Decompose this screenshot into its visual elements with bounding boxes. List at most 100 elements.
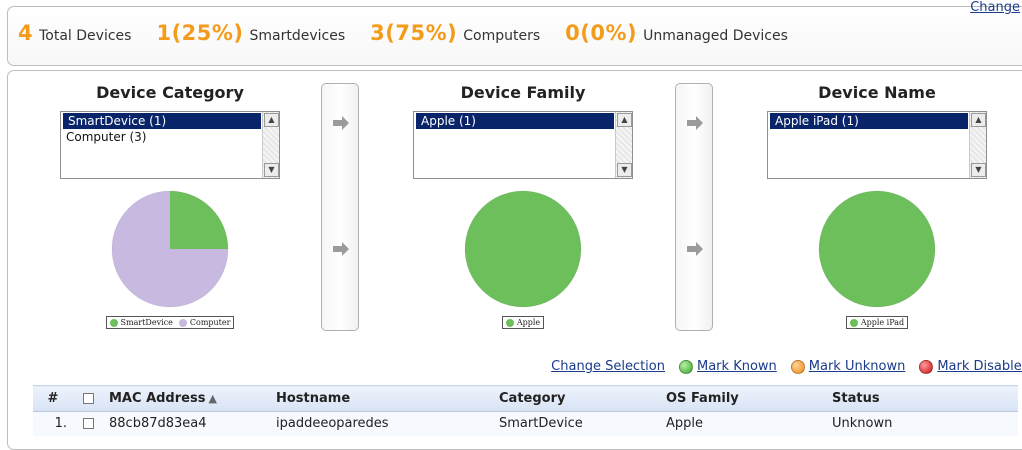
stat-unmanaged-label: Unmanaged Devices bbox=[643, 28, 788, 44]
mark-unknown-action[interactable]: Mark Unknown bbox=[790, 359, 906, 374]
stat-total-label: Total Devices bbox=[39, 28, 132, 44]
mark-known-link[interactable]: Mark Known bbox=[697, 359, 777, 374]
header-os-family[interactable]: OS Family bbox=[660, 385, 826, 412]
stat-total-number: 4 bbox=[18, 21, 34, 45]
mark-disabled-link[interactable]: Mark Disabled bbox=[937, 359, 1022, 374]
legend-swatch-green bbox=[849, 318, 858, 327]
device-family-title: Device Family bbox=[460, 83, 586, 102]
header-status[interactable]: Status bbox=[826, 385, 1018, 412]
device-category-title: Device Category bbox=[96, 83, 244, 102]
row-os-family: Apple bbox=[660, 411, 826, 436]
select-all-checkbox[interactable] bbox=[82, 393, 94, 404]
filter-panel: Device Category SmartDevice (1) Computer… bbox=[7, 70, 1022, 450]
table-row[interactable]: 1. 88cb87d83ea4 ipaddeeoparedes SmartDev… bbox=[33, 411, 1018, 436]
row-mac-address: 88cb87d83ea4 bbox=[103, 411, 270, 436]
scroll-down-icon[interactable]: ▼ bbox=[617, 163, 632, 177]
listbox-scrollbar[interactable]: ▲ ▼ bbox=[969, 112, 986, 178]
stat-smartdevices: 1(25%) Smartdevices bbox=[156, 21, 345, 45]
scroll-up-icon[interactable]: ▲ bbox=[264, 113, 279, 127]
stat-unmanaged-number: 0(0%) bbox=[565, 21, 638, 45]
header-select-all[interactable] bbox=[73, 385, 103, 412]
device-name-legend: Apple iPad bbox=[747, 316, 1007, 329]
row-index: 1. bbox=[33, 411, 73, 436]
device-name-listbox[interactable]: Apple iPad (1) ▲ ▼ bbox=[767, 111, 987, 179]
stat-total-devices: 4 Total Devices bbox=[18, 21, 131, 45]
listbox-option-selected[interactable]: SmartDevice (1) bbox=[63, 113, 261, 129]
legend-label: Apple bbox=[516, 318, 541, 327]
device-family-column: Device Family Apple (1) ▲ ▼ Apple bbox=[393, 83, 653, 329]
header-index: # bbox=[33, 385, 73, 412]
pie-slice-apple bbox=[465, 191, 581, 307]
row-checkbox[interactable] bbox=[82, 418, 94, 430]
mark-disabled-action[interactable]: Mark Disabled bbox=[919, 359, 1022, 374]
stat-computers-label: Computers bbox=[463, 28, 541, 44]
row-status: Unknown bbox=[826, 411, 1018, 436]
device-category-column: Device Category SmartDevice (1) Computer… bbox=[40, 83, 300, 329]
pie-slice-smartdevice bbox=[170, 191, 228, 249]
summary-bar: 4 Total Devices 1(25%) Smartdevices 3(75… bbox=[7, 6, 1022, 66]
legend-item-computer: Computer bbox=[178, 318, 231, 327]
stat-smart-label: Smartdevices bbox=[249, 28, 346, 44]
scroll-down-icon[interactable]: ▼ bbox=[264, 163, 279, 177]
listbox-scrollbar[interactable]: ▲ ▼ bbox=[615, 112, 632, 178]
device-name-pie-chart bbox=[818, 190, 936, 308]
legend-label: SmartDevice bbox=[120, 318, 173, 327]
device-name-column: Device Name Apple iPad (1) ▲ ▼ Apple iPa… bbox=[747, 83, 1007, 329]
device-category-legend: SmartDevice Computer bbox=[40, 316, 300, 329]
device-family-listbox[interactable]: Apple (1) ▲ ▼ bbox=[413, 111, 633, 179]
legend-item-apple: Apple bbox=[505, 318, 541, 327]
change-link[interactable]: Change bbox=[970, 0, 1020, 15]
devices-table: # MAC Address ▲ Hostname Category OS Fami… bbox=[33, 385, 1018, 436]
sort-ascending-icon[interactable]: ▲ bbox=[208, 392, 216, 405]
action-links: Change Selection Mark Known Mark Unknown… bbox=[551, 359, 1022, 374]
family-to-name-arrows bbox=[675, 83, 713, 331]
legend-box: Apple bbox=[501, 316, 545, 329]
summary-stats: 4 Total Devices 1(25%) Smartdevices 3(75… bbox=[18, 21, 813, 45]
change-selection-link[interactable]: Change Selection bbox=[551, 359, 665, 374]
legend-item-apple-ipad: Apple iPad bbox=[849, 318, 905, 327]
row-select-cell[interactable] bbox=[73, 411, 103, 436]
legend-swatch-lilac bbox=[178, 318, 187, 327]
row-hostname: ipaddeeoparedes bbox=[270, 411, 493, 436]
header-mac-address[interactable]: MAC Address ▲ bbox=[103, 385, 270, 412]
scroll-up-icon[interactable]: ▲ bbox=[971, 113, 986, 127]
legend-label: Apple iPad bbox=[860, 318, 905, 327]
right-arrow-icon[interactable] bbox=[686, 242, 704, 256]
scroll-up-icon[interactable]: ▲ bbox=[617, 113, 632, 127]
device-name-title: Device Name bbox=[818, 83, 936, 102]
table-header-row: # MAC Address ▲ Hostname Category OS Fami… bbox=[33, 385, 1018, 412]
stat-unmanaged: 0(0%) Unmanaged Devices bbox=[565, 21, 788, 45]
mark-unknown-link[interactable]: Mark Unknown bbox=[809, 359, 906, 374]
row-category: SmartDevice bbox=[493, 411, 660, 436]
listbox-option-selected[interactable]: Apple (1) bbox=[416, 113, 614, 129]
stat-computers: 3(75%) Computers bbox=[370, 21, 540, 45]
right-arrow-icon[interactable] bbox=[686, 116, 704, 130]
legend-item-smartdevice: SmartDevice bbox=[109, 318, 173, 327]
stat-computers-number: 3(75%) bbox=[370, 21, 458, 45]
stat-smart-number: 1(25%) bbox=[156, 21, 244, 45]
legend-box: Apple iPad bbox=[845, 316, 909, 329]
device-family-legend: Apple bbox=[393, 316, 653, 329]
legend-swatch-green bbox=[505, 318, 514, 327]
right-arrow-icon[interactable] bbox=[332, 242, 350, 256]
right-arrow-icon[interactable] bbox=[332, 116, 350, 130]
green-dot-icon[interactable] bbox=[679, 359, 693, 374]
legend-label: Computer bbox=[189, 318, 231, 327]
listbox-option[interactable]: Computer (3) bbox=[61, 129, 279, 145]
pie-slice-apple-ipad bbox=[819, 191, 935, 307]
listbox-option-selected[interactable]: Apple iPad (1) bbox=[770, 113, 968, 129]
listbox-scrollbar[interactable]: ▲ ▼ bbox=[262, 112, 279, 178]
device-family-pie-chart bbox=[464, 190, 582, 308]
legend-box: SmartDevice Computer bbox=[105, 316, 235, 329]
device-category-listbox[interactable]: SmartDevice (1) Computer (3) ▲ ▼ bbox=[60, 111, 280, 179]
category-to-family-arrows bbox=[321, 83, 359, 331]
red-dot-icon[interactable] bbox=[919, 359, 934, 374]
mark-known-action[interactable]: Mark Known bbox=[679, 359, 777, 374]
scroll-down-icon[interactable]: ▼ bbox=[971, 163, 986, 177]
legend-swatch-green bbox=[109, 318, 118, 327]
header-hostname[interactable]: Hostname bbox=[270, 385, 493, 412]
device-category-pie-chart bbox=[111, 190, 229, 308]
header-category[interactable]: Category bbox=[493, 385, 660, 412]
header-mac-label[interactable]: MAC Address bbox=[109, 391, 205, 406]
orange-dot-icon[interactable] bbox=[790, 359, 805, 374]
